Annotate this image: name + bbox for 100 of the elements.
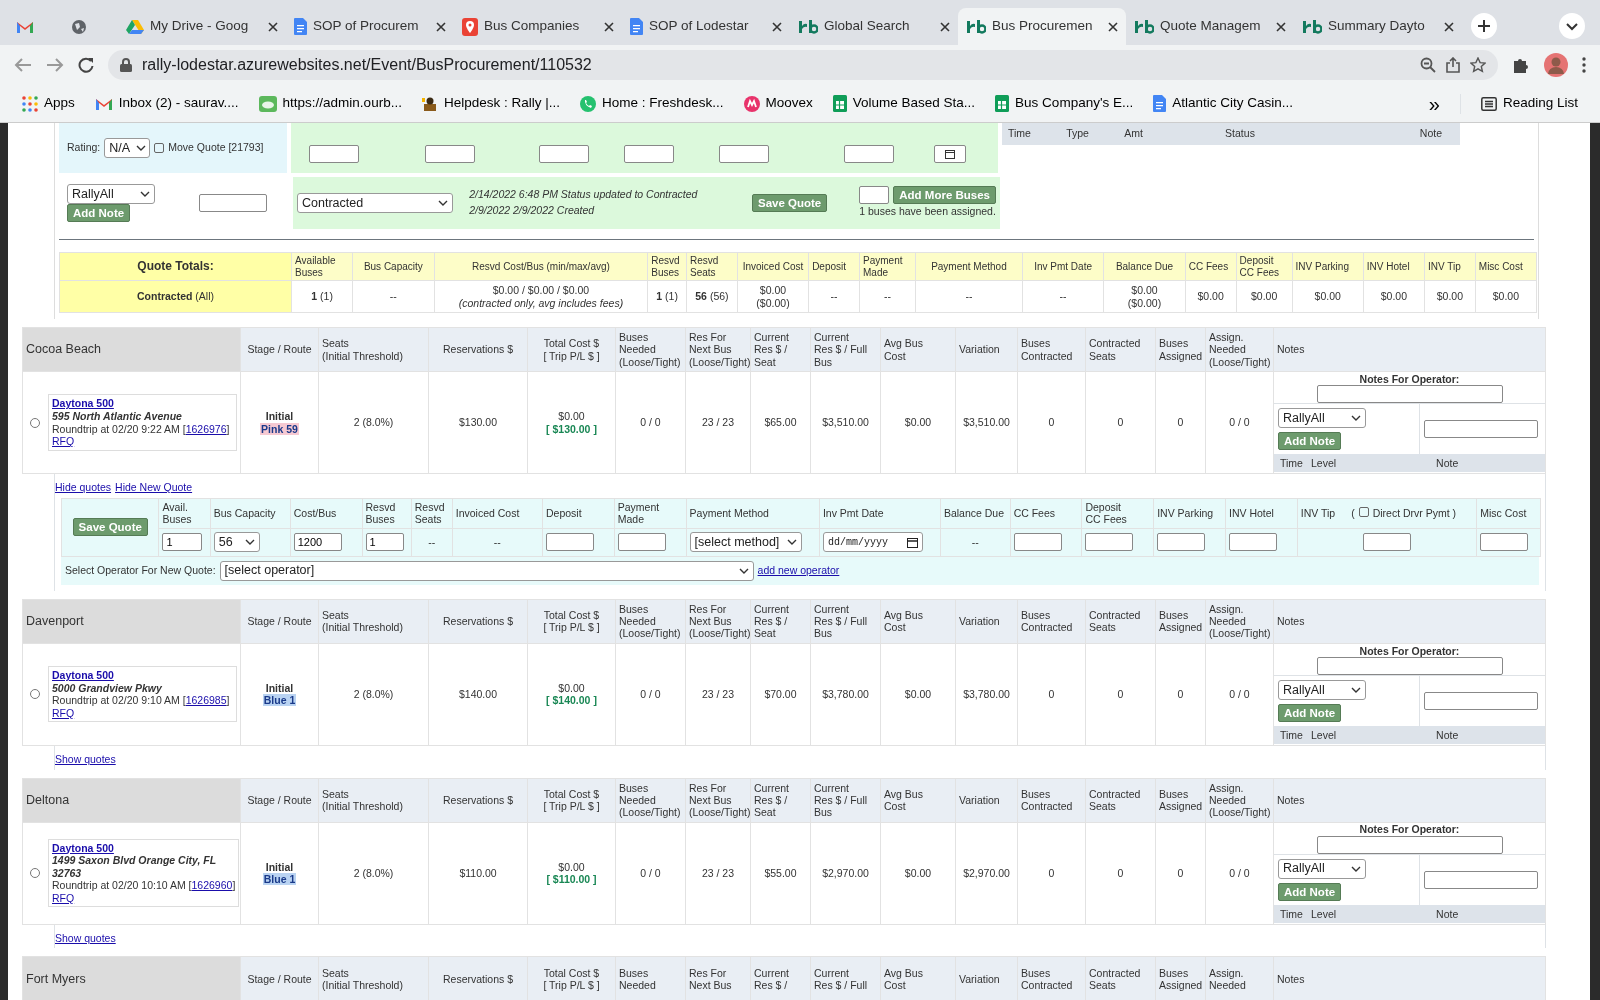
bus-capacity-select[interactable]: 56 (213, 532, 260, 553)
operator-notes-field[interactable] (1316, 385, 1503, 403)
input-field[interactable] (617, 533, 666, 552)
browser-tab[interactable]: Quote Managem (1126, 8, 1294, 45)
close-icon[interactable] (1276, 21, 1286, 32)
input-field[interactable] (309, 145, 359, 163)
browser-tab[interactable]: SOP of Lodestar (622, 8, 790, 45)
bookmark[interactable]: https://admin.ourb... (250, 91, 410, 116)
browser-tab[interactable]: Global Search (790, 8, 958, 45)
add-operator-link[interactable]: add new operator (757, 562, 840, 579)
more-icon[interactable] (1582, 57, 1586, 73)
bookmark[interactable]: Atlantic City Casin... (1145, 91, 1302, 116)
close-icon[interactable] (268, 21, 278, 32)
rfq-link[interactable]: RFQ (52, 435, 75, 448)
table-cell: $3,510.00 (822, 416, 869, 429)
event-link[interactable]: Daytona 500 (52, 841, 236, 855)
star-icon[interactable] (1470, 57, 1486, 73)
bookmark[interactable]: Apps (14, 91, 83, 116)
address-bar[interactable]: rally-lodestar.azurewebsites.net/Event/BusProcurement/110532 (108, 50, 1498, 80)
input-field[interactable] (425, 145, 475, 163)
close-icon[interactable] (604, 21, 614, 32)
bookmark[interactable]: Helpdesk : Rally |... (413, 91, 568, 116)
share-icon[interactable] (1446, 57, 1460, 73)
pin-icon (462, 17, 478, 36)
close-icon[interactable] (1444, 21, 1454, 32)
checkbox[interactable] (1358, 507, 1369, 518)
input-field[interactable] (1363, 533, 1411, 552)
date-field[interactable]: dd/mm/yyyy (822, 532, 923, 553)
column-header: Resvd Seats (414, 501, 445, 526)
browser-tab[interactable]: Summary Dayto (1294, 8, 1462, 45)
back-icon[interactable] (14, 57, 32, 73)
input-field[interactable] (1480, 533, 1529, 552)
operator-select[interactable]: [select operator] (219, 560, 754, 581)
value-field[interactable]: 1 (365, 533, 404, 552)
reload-icon[interactable] (78, 57, 94, 73)
operator-select[interactable]: RallyAll (67, 184, 155, 204)
operator-select[interactable]: RallyAll (1278, 408, 1366, 428)
input-field[interactable] (546, 533, 594, 552)
table-cell: 0 / 0 (1229, 688, 1250, 701)
note-field[interactable] (1424, 691, 1538, 710)
operator-select[interactable]: RallyAll (1278, 858, 1366, 879)
browser-tab[interactable]: Bus Procuremen (958, 8, 1126, 45)
column-header: Payment Made (859, 252, 916, 281)
note-field[interactable] (199, 194, 267, 212)
event-link[interactable]: Daytona 500 (52, 669, 233, 682)
input-field[interactable] (624, 145, 674, 163)
bookmark[interactable]: Volume Based Sta... (824, 91, 984, 116)
toggle-link[interactable]: Hide quotes (55, 480, 112, 496)
column-header: Avg Bus Cost (880, 599, 956, 644)
date-field[interactable] (934, 145, 966, 163)
column-header: Note (1436, 728, 1459, 741)
reading-list-button[interactable]: Reading List (1472, 91, 1586, 116)
new-tab-icon[interactable] (1470, 12, 1498, 40)
column-header: Buses Needed (Loose/Tight) (615, 327, 686, 372)
operator-notes-field[interactable] (1316, 835, 1503, 854)
bookmark[interactable]: Moovex (735, 91, 821, 116)
input-field[interactable] (719, 145, 769, 163)
operator-notes-field[interactable] (1316, 656, 1503, 675)
payment-method-select[interactable]: [select method] (689, 532, 802, 553)
column-header: Note (1436, 907, 1459, 920)
table-cell: 0 (1117, 688, 1124, 701)
input-field[interactable] (1228, 533, 1277, 552)
forward-icon[interactable] (46, 57, 64, 73)
chevron-down-icon[interactable] (1558, 12, 1586, 40)
checkbox[interactable] (154, 143, 165, 153)
toggle-link[interactable]: Hide New Quote (115, 480, 193, 496)
note-field[interactable] (1424, 870, 1538, 889)
rfq-link[interactable]: RFQ (52, 891, 75, 905)
toggle-link[interactable]: Show quotes (55, 751, 116, 768)
input-field[interactable] (1157, 533, 1206, 552)
note-field[interactable] (1424, 420, 1538, 438)
close-icon[interactable] (1108, 21, 1118, 32)
toggle-link[interactable]: Show quotes (55, 930, 116, 947)
event-link[interactable]: Daytona 500 (52, 397, 233, 410)
zoom-icon[interactable] (1420, 57, 1436, 73)
input-field[interactable] (539, 145, 589, 163)
notes-label: Notes For Operator: (1359, 644, 1460, 657)
bookmark[interactable]: Bus Company's E... (987, 91, 1142, 116)
browser-tab[interactable]: Bus Companies (454, 8, 622, 45)
input-field[interactable] (1013, 533, 1062, 552)
rfq-link[interactable]: RFQ (52, 706, 75, 720)
avatar-icon[interactable] (1544, 53, 1568, 77)
operator-select[interactable]: RallyAll (1278, 679, 1366, 700)
bookmark[interactable]: Home : Freshdesk... (571, 91, 732, 116)
more-bookmarks-button[interactable]: » (1420, 86, 1448, 121)
input-field[interactable] (1085, 533, 1134, 552)
value-field[interactable]: 1200 (293, 533, 342, 552)
bookmark[interactable]: Inbox (2) - saurav.... (86, 91, 247, 116)
puzzle-icon[interactable] (1512, 56, 1530, 74)
browser-tab[interactable]: My Drive - Goog (118, 8, 286, 45)
status-select[interactable]: Contracted (297, 193, 454, 213)
close-icon[interactable] (436, 21, 446, 32)
table-cell: $2,970.00 (822, 866, 869, 879)
close-icon[interactable] (772, 21, 782, 32)
input-field[interactable] (844, 145, 894, 163)
value-field[interactable]: 1 (162, 533, 203, 552)
bus-count-field[interactable] (859, 186, 890, 205)
close-icon[interactable] (940, 21, 950, 32)
rating-select[interactable]: N/A (104, 138, 151, 158)
browser-tab[interactable]: SOP of Procurem (286, 8, 454, 45)
